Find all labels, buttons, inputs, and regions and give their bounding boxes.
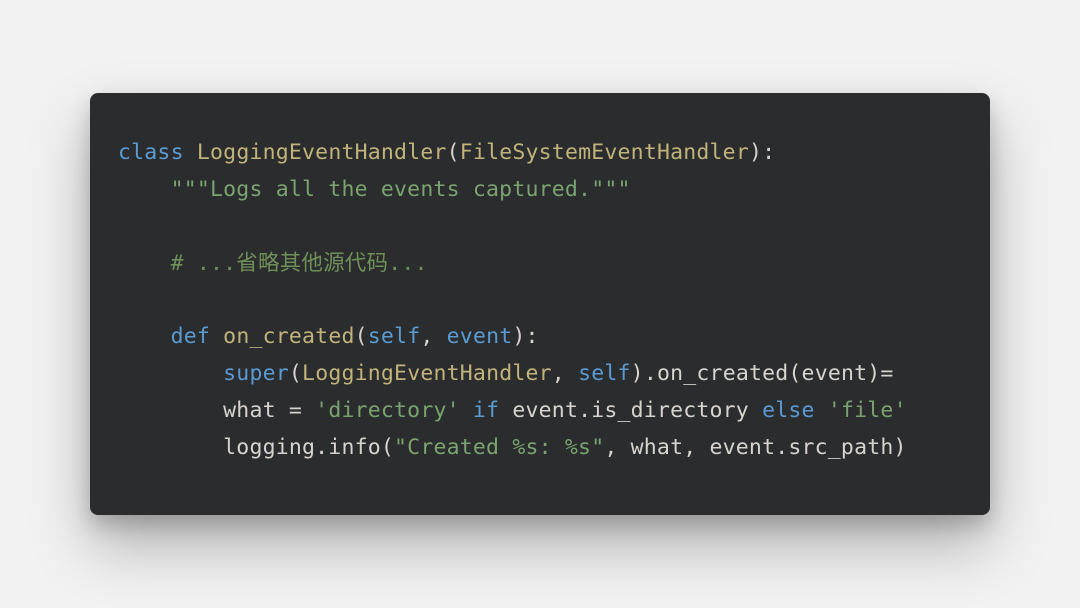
- param-self-ref: self: [578, 361, 631, 386]
- param-self: self: [368, 324, 421, 349]
- assign-what: what =: [223, 398, 315, 423]
- string-created-fmt: "Created %s: %s": [394, 435, 604, 460]
- param-event: event: [447, 324, 513, 349]
- call-on-created: .on_created(event)=: [644, 361, 894, 386]
- string-file: 'file': [828, 398, 907, 423]
- page-canvas: class LoggingEventHandler(FileSystemEven…: [0, 0, 1080, 608]
- string-directory: 'directory': [315, 398, 460, 423]
- comment-omitted: # ...省略其他源代码...: [171, 251, 428, 276]
- logging-call-post: , what, event.src_path): [604, 435, 906, 460]
- method-name: on_created: [223, 324, 354, 349]
- expr-is-directory: event.is_directory: [499, 398, 762, 423]
- keyword-class: class: [118, 140, 184, 165]
- base-class-name: FileSystemEventHandler: [460, 140, 749, 165]
- code-block: class LoggingEventHandler(FileSystemEven…: [118, 135, 962, 468]
- keyword-def: def: [171, 324, 210, 349]
- docstring: """Logs all the events captured.""": [171, 177, 631, 202]
- keyword-if: if: [473, 398, 499, 423]
- keyword-super: super: [223, 361, 289, 386]
- class-name: LoggingEventHandler: [197, 140, 447, 165]
- logging-call-pre: logging.info(: [223, 435, 394, 460]
- code-block-card: class LoggingEventHandler(FileSystemEven…: [90, 93, 990, 516]
- keyword-else: else: [762, 398, 815, 423]
- class-name-ref: LoggingEventHandler: [302, 361, 552, 386]
